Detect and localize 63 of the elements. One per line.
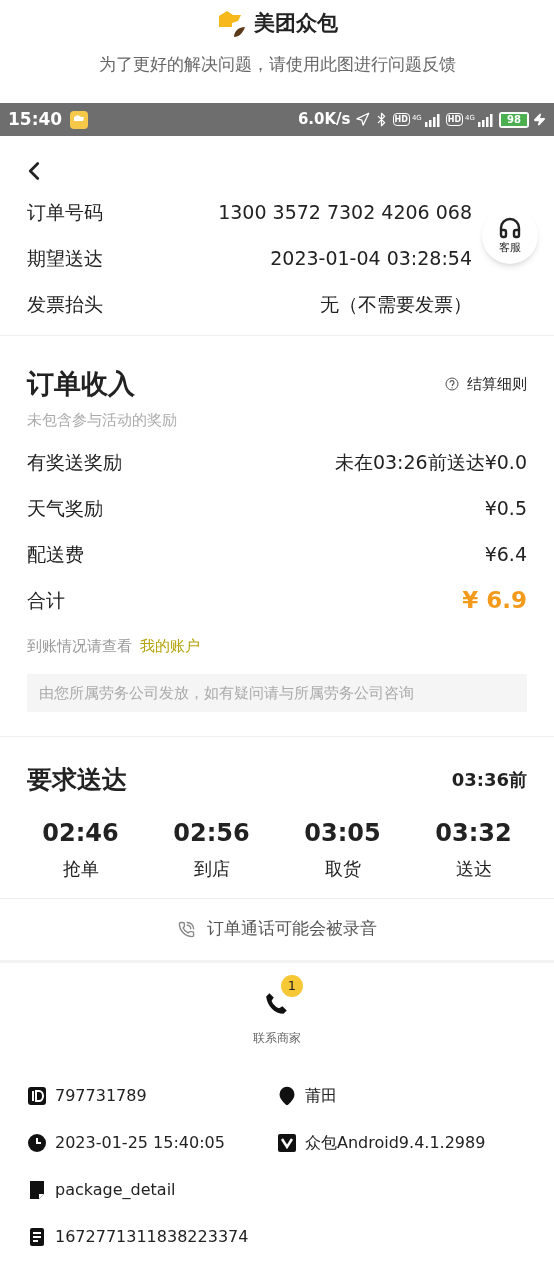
info-text: 1672771311838223374 [55,1225,249,1248]
network-speed: 6.0K/s [297,109,351,131]
phone-recording-icon [177,920,195,938]
settlement-rules-link[interactable]: 结算细则 [445,373,527,396]
step-label: 送达 [455,856,492,881]
clock-icon [27,1132,47,1153]
order-field-value: 2023-01-04 03:28:54 [270,246,472,272]
app-logo-icon [216,9,246,38]
info-text: package_detail [55,1178,176,1201]
income-label: 配送费 [27,541,84,567]
section-title: 要求送达 [27,764,127,796]
info-text: 797731789 [55,1084,147,1107]
step-time: 03:05 [304,817,381,849]
location-pin-icon [277,1085,297,1106]
location-arrow-icon [354,112,370,127]
step-time: 02:46 [42,817,119,849]
phone-icon [264,990,290,1017]
order-field-label: 发票抬头 [27,292,103,318]
hd-badge: HD [445,113,464,126]
app-name: 美团众包 [254,10,338,37]
checkmark-square-icon [277,1132,297,1153]
section-subtitle: 未包含参与活动的奖励 [27,409,178,431]
contact-merchant-label: 联系商家 [253,1029,301,1047]
order-field-value: 无（不需要发票） [320,292,472,318]
income-amount: 未在03:26前送达¥0.0 [334,449,527,475]
order-field-label: 期望送达 [27,246,103,272]
deadline-time: 03:36前 [451,768,527,793]
charging-icon [533,113,546,126]
order-field-value: 1300 3572 7302 4206 068 [218,200,472,226]
customer-service-button[interactable]: 客服 [482,208,538,264]
hd-badge: HD [392,113,410,126]
income-label: 有奖送奖励 [27,449,122,475]
app-notification-icon [70,110,89,129]
order-field-label: 订单号码 [27,200,103,226]
contact-merchant-button[interactable]: 1 联系商家 [221,974,333,1047]
account-hint: 到账情况请查看 [27,636,132,657]
feedback-note: 为了更好的解决问题，请使用此图进行问题反馈 [98,52,456,76]
document-icon [27,1226,47,1247]
status-time: 15:40 [8,107,63,131]
id-card-icon [27,1085,47,1106]
info-text: 众包Android9.4.1.2989 [305,1131,486,1154]
step-label: 取货 [324,856,361,881]
step-label: 抢单 [62,856,99,881]
payout-notice: 由您所属劳务公司发放，如有疑问请与所属劳务公司咨询 [27,673,527,712]
income-label: 合计 [27,587,65,613]
signal-icon [423,112,442,127]
income-amount: ¥0.5 [484,495,527,521]
info-text: 莆田 [305,1084,337,1107]
file-icon [27,1179,47,1200]
notification-badge: 1 [281,974,303,997]
signal-icon [477,112,495,127]
help-icon [445,377,459,392]
total-amount: ¥ 6.9 [462,585,527,615]
income-amount: ¥6.4 [484,541,527,567]
section-title: 订单收入 [27,367,135,401]
info-text: 2023-01-25 15:40:05 [55,1131,225,1154]
step-label: 到店 [193,856,230,881]
headset-icon [498,215,522,240]
call-recording-notice: 订单通话可能会被录音 [206,917,377,941]
step-time: 02:56 [173,817,250,849]
income-label: 天气奖励 [27,495,103,521]
step-time: 03:32 [435,817,512,849]
battery-percent: 98 [506,113,522,126]
